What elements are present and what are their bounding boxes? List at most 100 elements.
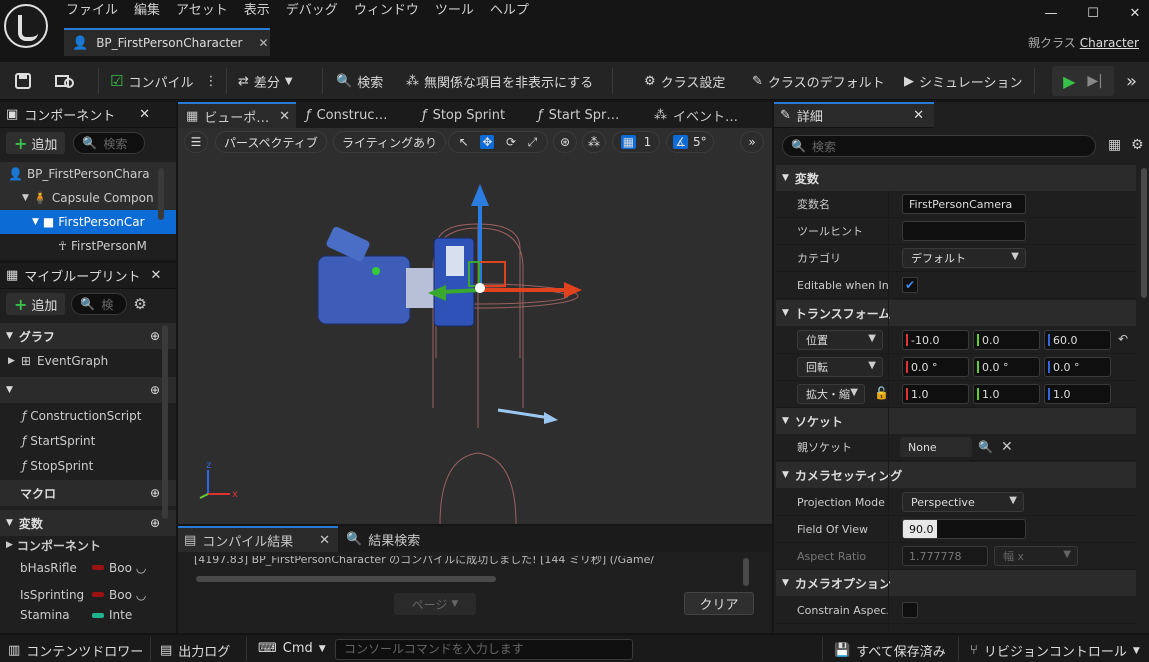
category-dropdown[interactable]: デフォルト ▼ [902, 248, 1026, 268]
clear-socket-icon[interactable]: ✕ [1001, 439, 1013, 455]
transform-section-header[interactable]: ▼ トランスフォーム [776, 300, 1136, 326]
output-log-button[interactable]: ▤ 出力ログ [160, 641, 230, 660]
close-icon[interactable]: ✕ [319, 533, 330, 548]
menu-tools[interactable]: ツール [427, 3, 482, 19]
my-blueprint-tab[interactable]: ▦ マイブループリント ✕ [0, 263, 176, 289]
rotation-dropdown[interactable]: 回転 ▼ [797, 357, 883, 377]
scale-dropdown[interactable]: 拡大・縮 ▼ [797, 384, 865, 404]
menu-help[interactable]: ヘルプ [482, 3, 537, 19]
hide-unrelated-button[interactable]: ⁂ 無関係な項目を非表示にする [406, 69, 593, 93]
add-function-icon[interactable]: ⊕ [150, 383, 160, 397]
save-all-button[interactable]: 💾 すべて保存済み [834, 641, 946, 660]
perspective-button[interactable]: パースペクティブ [215, 131, 327, 153]
blueprint-search-input[interactable]: 🔍 検 [71, 293, 128, 315]
function-item[interactable]: ƒ StopSprint [0, 453, 176, 478]
macro-section-header[interactable]: マクロ ⊕ [0, 480, 176, 506]
toolbar-overflow-icon[interactable]: » [1126, 69, 1137, 93]
rotation-z-input[interactable]: 0.0 ° [1044, 357, 1111, 377]
diff-button[interactable]: ⇄ 差分 ▼ [238, 69, 293, 93]
surface-snap-icon[interactable]: ⁂ [582, 131, 606, 153]
visibility-eye-icon[interactable]: ◡ [136, 561, 146, 575]
cmd-dropdown[interactable]: ⌨ Cmd ▼ [258, 641, 326, 656]
move-icon[interactable]: ✥ [480, 135, 495, 149]
play-options-icon[interactable]: ▶| [1087, 73, 1102, 89]
class-defaults-button[interactable]: ✎ クラスのデフォルト [752, 69, 885, 93]
menu-window[interactable]: ウィンドウ [346, 3, 427, 19]
browse-icon[interactable] [54, 69, 76, 93]
scale-icon[interactable]: ⤢ [528, 135, 538, 150]
details-search-input[interactable]: 🔍 検索 [782, 135, 1096, 157]
compile-results-tab[interactable]: ▤ コンパイル結果 ✕ [178, 526, 338, 552]
details-tab[interactable]: ✎ 詳細 ✕ [774, 102, 934, 128]
class-settings-button[interactable]: ⚙ クラス設定 [644, 69, 725, 93]
reset-icon[interactable]: ↶ [1118, 332, 1128, 346]
menu-file[interactable]: ファイル [58, 3, 126, 19]
tooltip-input[interactable] [902, 221, 1026, 241]
tree-item-camera[interactable]: ▼ ■ FirstPersonCar [0, 210, 176, 234]
function-item[interactable]: ƒ StartSprint [0, 428, 176, 453]
constrain-checkbox[interactable] [902, 602, 918, 618]
graph-section-header[interactable]: ▼ グラフ ⊕ [0, 323, 176, 349]
browse-socket-icon[interactable]: 🔍 [978, 440, 993, 454]
close-icon[interactable]: ✕ [151, 268, 162, 283]
add-component-button[interactable]: + 追加 [6, 132, 66, 154]
tab-start-sprint[interactable]: ƒ Start Spr… [530, 102, 619, 128]
socket-section-header[interactable]: ▼ ソケット [776, 408, 1136, 434]
grid-snap-control[interactable]: ▦ 1 [612, 131, 660, 153]
variable-item[interactable]: Stamina Inte [0, 608, 176, 620]
revision-control-button[interactable]: ⑂ リビジョンコントロール ▼ [970, 641, 1140, 660]
menu-view[interactable]: 表示 [236, 3, 278, 19]
tab-viewport[interactable]: ▦ ビューポ… ✕ [178, 102, 296, 128]
document-tab-close[interactable]: ✕ [258, 36, 268, 50]
world-local-icon[interactable]: ⊛ [553, 131, 577, 153]
rotation-x-input[interactable]: 0.0 ° [902, 357, 969, 377]
play-icon[interactable]: ▶ [1063, 72, 1075, 91]
tree-item-root[interactable]: 👤 BP_FirstPersonChara [0, 162, 176, 186]
tab-event-graph[interactable]: ⁂ イベント… [646, 102, 738, 128]
find-results-tab[interactable]: 🔍 結果検索 [338, 530, 420, 549]
viewport-overflow-icon[interactable]: » [740, 131, 764, 153]
components-tab[interactable]: ▣ コンポーネント ✕ [0, 102, 176, 128]
scale-y-input[interactable]: 1.0 [973, 384, 1040, 404]
add-macro-icon[interactable]: ⊕ [150, 486, 160, 500]
visibility-eye-icon[interactable]: ◡ [136, 588, 146, 602]
log-horizontal-scrollbar[interactable] [196, 576, 496, 582]
rotation-y-input[interactable]: 0.0 ° [973, 357, 1040, 377]
content-drawer-button[interactable]: ▥ コンテンツドロワー [8, 641, 143, 660]
tree-item-capsule[interactable]: ▼ 🧍 Capsule Compon [0, 186, 176, 210]
maximize-button[interactable]: ☐ [1080, 6, 1106, 26]
tab-construction[interactable]: ƒ Construc… [298, 102, 387, 128]
menu-edit[interactable]: 編集 [126, 3, 168, 19]
components-var-group[interactable]: ▶ コンポーネント [0, 536, 176, 554]
location-y-input[interactable]: 0.0 [973, 330, 1040, 350]
gear-icon[interactable]: ⚙ [133, 295, 146, 313]
lighting-button[interactable]: ライティングあり [333, 131, 447, 153]
simulation-button[interactable]: ▶ シミュレーション [904, 69, 1022, 93]
camera-options-header[interactable]: ▼ カメラオプション [776, 570, 1136, 596]
variable-item[interactable]: bHasRifle Boo ◡ [0, 554, 176, 581]
fov-slider-input[interactable]: 90.0 ° [902, 519, 1026, 539]
unreal-logo-icon[interactable] [4, 4, 48, 48]
menu-asset[interactable]: アセット [168, 3, 236, 19]
close-icon[interactable]: ✕ [139, 107, 150, 122]
select-icon[interactable]: ↖ [459, 135, 469, 149]
add-variable-icon[interactable]: ⊕ [150, 516, 160, 530]
minimize-button[interactable]: — [1038, 6, 1064, 26]
function-item[interactable]: ƒ ConstructionScript [0, 403, 176, 428]
functions-section-header[interactable]: ▼ ⊕ [0, 377, 176, 403]
scale-z-input[interactable]: 1.0 [1044, 384, 1111, 404]
close-window-button[interactable]: ✕ [1122, 6, 1148, 26]
scale-x-input[interactable]: 1.0 [902, 384, 969, 404]
document-tab[interactable]: 👤 BP_FirstPersonCharacter ✕ [64, 28, 270, 56]
menu-debug[interactable]: デバッグ [278, 3, 346, 19]
close-icon[interactable]: ✕ [913, 108, 924, 123]
find-button[interactable]: 🔍 検索 [336, 69, 383, 93]
location-x-input[interactable]: -10.0 [902, 330, 969, 350]
location-z-input[interactable]: 60.0 [1044, 330, 1111, 350]
projection-dropdown[interactable]: Perspective ▼ [902, 492, 1024, 512]
event-graph-item[interactable]: ▶ ⊞ EventGraph [0, 349, 176, 373]
rotation-snap-control[interactable]: ∡ 5° [666, 131, 714, 153]
components-scrollbar[interactable] [158, 168, 164, 220]
parent-class-link[interactable]: Character [1080, 36, 1139, 50]
components-search-input[interactable]: 🔍 検索 [73, 132, 146, 154]
